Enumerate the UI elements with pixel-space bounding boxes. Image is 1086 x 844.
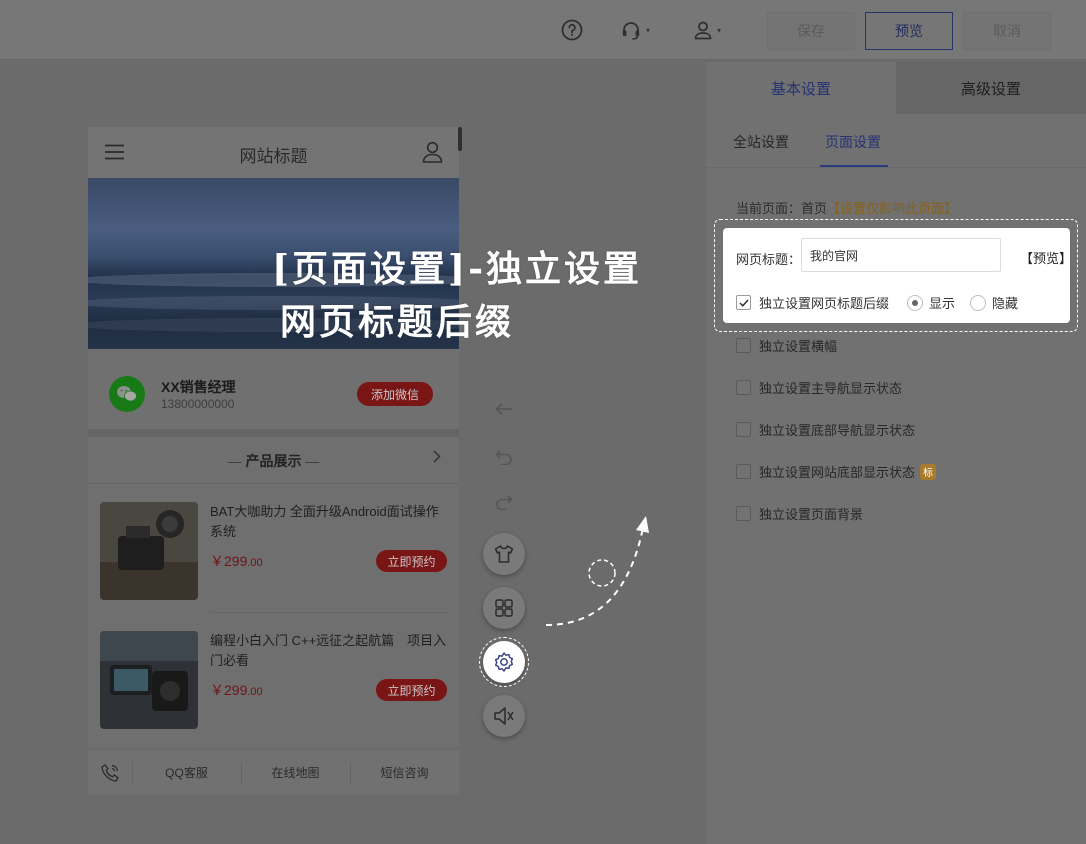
option-bottom-nav[interactable]: 独立设置底部导航显示状态	[736, 420, 915, 439]
check-icon	[738, 298, 749, 307]
phone-header: 网站标题	[88, 127, 459, 178]
preview-button[interactable]: 预览	[865, 12, 953, 50]
page-settings-button[interactable]	[479, 637, 529, 687]
checkbox[interactable]	[736, 338, 751, 353]
contact-name: XX销售经理	[161, 379, 236, 395]
subtab-site-settings[interactable]: 全站设置	[733, 132, 789, 152]
top-toolbar: ▾ ▾ 保存 预览 取消	[0, 0, 1086, 60]
reserve-button[interactable]: 立即预约	[376, 679, 447, 701]
add-wechat-button[interactable]: 添加微信	[357, 382, 433, 406]
section-gap	[88, 429, 459, 437]
support-menu[interactable]: ▾	[620, 18, 650, 42]
dashed-arrow-icon	[545, 516, 649, 626]
page-scope-note: 【设置仅影响此页面】	[827, 201, 958, 216]
option-main-nav[interactable]: 独立设置主导航显示状态	[736, 378, 902, 397]
account-icon[interactable]	[422, 141, 443, 163]
products-section: — 产品展示 — BAT大咖助力 全面升级Android面试操作系统 ￥299.…	[88, 437, 459, 747]
title-suffix-option[interactable]: 独立设置网页标题后缀	[736, 293, 889, 312]
subtab-page-settings[interactable]: 页面设置	[825, 132, 881, 152]
contact-card: XX销售经理 13800000000 添加微信	[88, 349, 459, 429]
tab-advanced-settings[interactable]: 高级设置	[896, 62, 1086, 114]
preview-scrollbar[interactable]	[458, 127, 462, 151]
divider	[210, 612, 450, 613]
radio-button[interactable]	[970, 294, 986, 311]
back-arrow-icon[interactable]	[495, 400, 513, 421]
tab-basic-settings[interactable]: 基本设置	[706, 62, 896, 114]
chevron-right-icon[interactable]	[433, 450, 441, 466]
product-title: 编程小白入门 C++远征之起航篇 项目入 门必看	[210, 633, 447, 668]
current-page-info: 当前页面：首页【设置仅影响此页面】	[736, 201, 958, 216]
headset-icon	[622, 22, 640, 40]
product-image	[100, 631, 198, 729]
product-price: ￥299.00	[210, 553, 263, 569]
checkbox[interactable]	[736, 422, 751, 437]
divider	[706, 167, 1086, 168]
radio-hide[interactable]: 隐藏	[970, 293, 1018, 312]
modules-button[interactable]	[483, 587, 525, 629]
site-title: 网站标题	[239, 147, 308, 166]
product-item[interactable]: 编程小白入门 C++远征之起航篇 项目入 门必看 ￥299.00 立即预约	[100, 631, 450, 731]
radio-button[interactable]	[907, 294, 923, 311]
divider	[88, 483, 459, 484]
save-button[interactable]: 保存	[767, 12, 855, 50]
redo-icon[interactable]	[495, 494, 513, 515]
option-banner[interactable]: 独立设置横幅	[736, 336, 837, 355]
product-image	[100, 502, 198, 600]
music-button[interactable]	[483, 695, 525, 737]
checkbox-checked[interactable]	[736, 295, 751, 310]
contact-phone: 13800000000	[161, 397, 235, 411]
preview-link[interactable]: 【预览】	[1020, 248, 1072, 267]
footer-qq-service[interactable]: QQ客服	[132, 750, 241, 794]
user-icon	[694, 21, 712, 40]
question-circle-icon	[561, 19, 583, 41]
footer-sms[interactable]: 短信咨询	[350, 750, 459, 794]
grid-icon	[495, 599, 513, 617]
footer-map[interactable]: 在线地图	[241, 750, 350, 794]
standard-badge: 标	[920, 463, 937, 480]
phone-preview: 网站标题 XX销售经理 13800000000 添加微信 — 产品展示 — BA…	[88, 127, 459, 794]
theme-button[interactable]	[483, 533, 525, 575]
option-site-footer[interactable]: 独立设置网站底部显示状态 标	[736, 462, 937, 481]
help-button[interactable]	[561, 18, 583, 42]
annotation-title: [页面设置]-独立设置	[272, 248, 643, 290]
checkbox[interactable]	[736, 506, 751, 521]
checkbox[interactable]	[736, 464, 751, 479]
product-item[interactable]: BAT大咖助力 全面升级Android面试操作系统 ￥299.00 立即预约	[100, 502, 450, 602]
settings-panel: 基本设置 高级设置 全站设置 页面设置 当前页面：首页【设置仅影响此页面】 独立…	[706, 62, 1086, 844]
product-price: ￥299.00	[210, 682, 263, 698]
user-menu[interactable]: ▾	[693, 18, 721, 42]
chevron-down-icon: ▾	[646, 25, 651, 35]
chevron-down-icon: ▾	[717, 25, 722, 35]
page-title-input[interactable]: 我的官网	[801, 238, 1001, 272]
phone-footer: QQ客服 在线地图 短信咨询	[88, 749, 459, 794]
page-title-label: 网页标题：	[736, 252, 802, 267]
cancel-button[interactable]: 取消	[963, 12, 1051, 50]
annotation-subtitle: 网页标题后缀	[280, 301, 515, 343]
radio-show[interactable]: 显示	[907, 293, 955, 312]
phone-call-icon[interactable]	[88, 750, 132, 794]
reserve-button[interactable]: 立即预约	[376, 550, 447, 572]
undo-icon[interactable]	[495, 449, 513, 470]
shirt-icon	[494, 545, 514, 563]
option-page-background[interactable]: 独立设置页面背景	[736, 504, 863, 523]
wechat-icon	[109, 376, 145, 412]
products-heading: — 产品展示 —	[227, 453, 320, 469]
settings-icon	[494, 652, 514, 672]
checkbox[interactable]	[736, 380, 751, 395]
page-title-card: 网页标题： 我的官网 【预览】 独立设置网页标题后缀 显示 隐藏	[723, 228, 1072, 323]
speaker-icon	[494, 707, 514, 725]
product-title: BAT大咖助力 全面升级Android面试操作系统	[210, 504, 439, 539]
